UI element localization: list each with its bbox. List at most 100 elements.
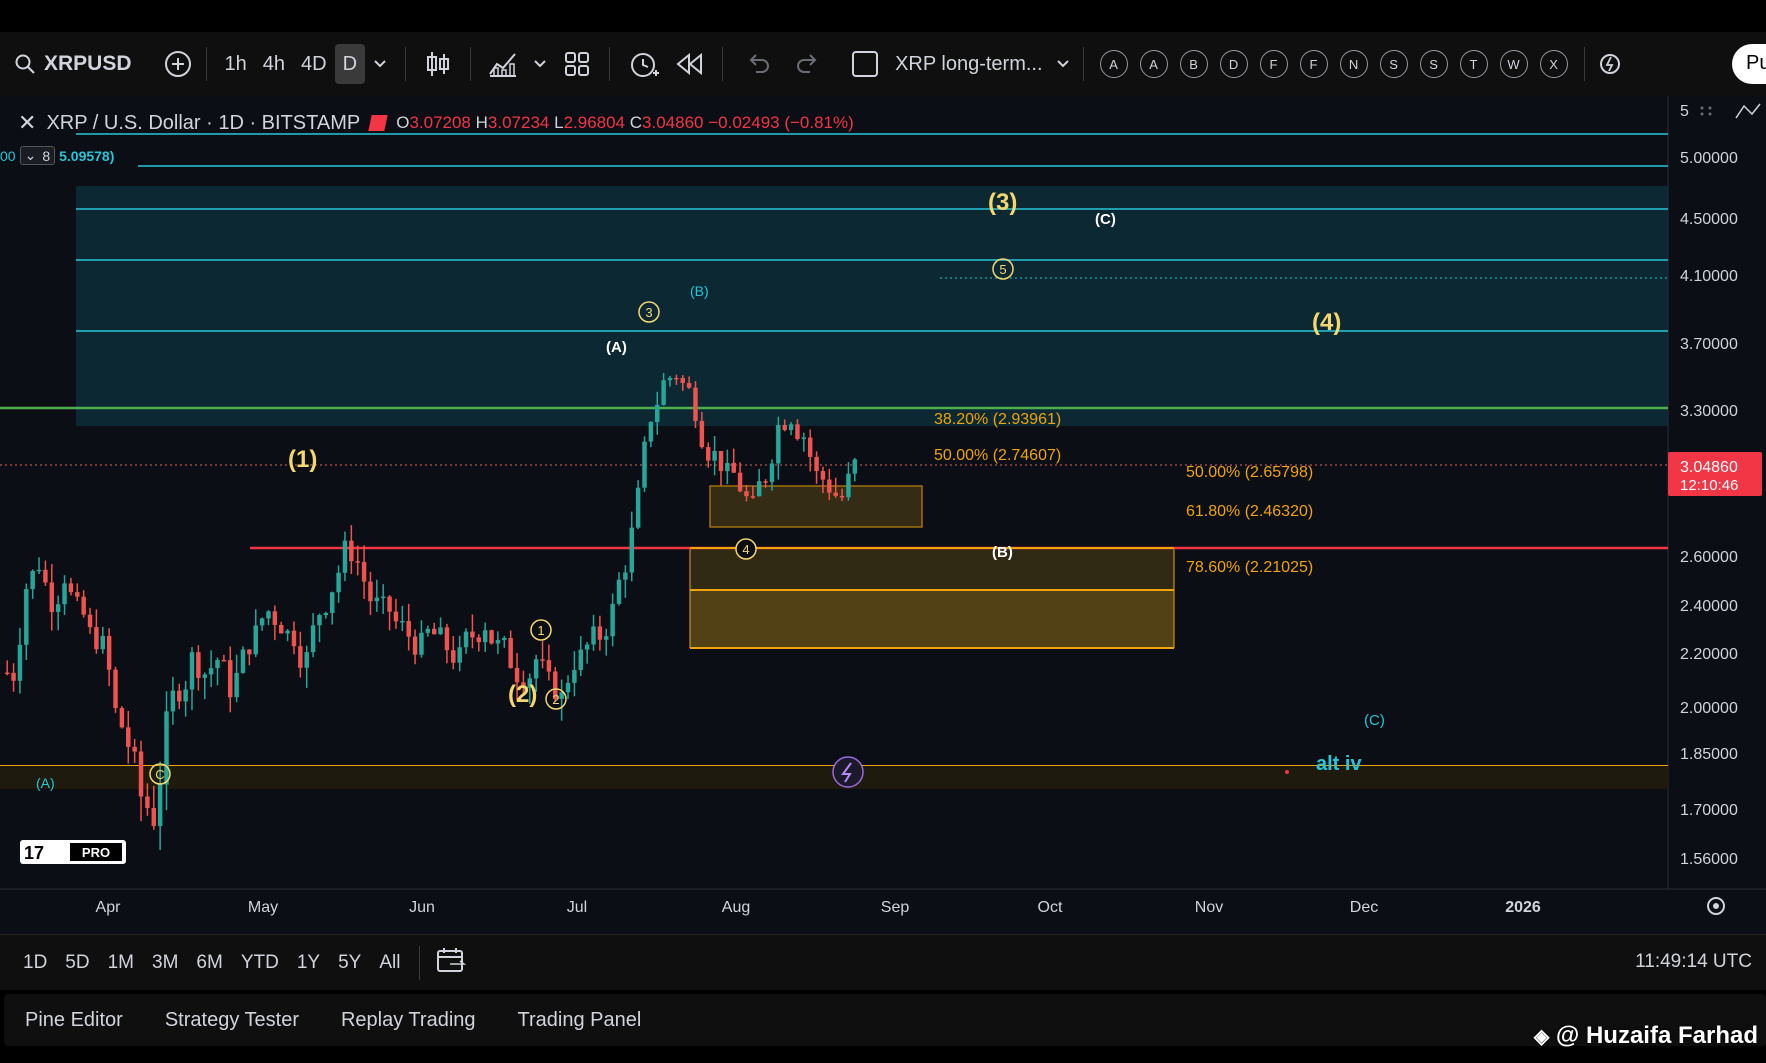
candle-body	[259, 618, 265, 626]
fib-box-upper	[709, 485, 923, 528]
quick-access-buttons: A A B D F F N S S T W X	[1094, 50, 1574, 78]
circle-button-n[interactable]: N	[1339, 50, 1368, 78]
candle-body	[584, 644, 590, 650]
range-6m[interactable]: 6M	[187, 952, 231, 974]
indicators-dropdown[interactable]	[525, 44, 555, 84]
layout-checkbox[interactable]	[845, 44, 885, 84]
grid-icon	[565, 52, 590, 76]
range-all[interactable]: All	[370, 952, 409, 974]
range-1d[interactable]: 1D	[14, 952, 56, 974]
circle-button-d[interactable]: D	[1219, 50, 1248, 78]
circle-button-w[interactable]: W	[1499, 50, 1528, 78]
candle-body	[62, 583, 67, 605]
change-value: −0.02493 (−0.81%)	[708, 113, 854, 132]
timeframe-d[interactable]: D	[334, 44, 366, 84]
compare-symbol-button[interactable]	[160, 44, 196, 84]
layout-name[interactable]: XRP long-term...	[885, 44, 1052, 84]
indicators-button[interactable]	[481, 44, 525, 84]
candle-body	[533, 659, 539, 679]
candle-body	[157, 784, 163, 827]
circle-button-b[interactable]: B	[1179, 50, 1208, 78]
quick-search-button[interactable]	[1595, 44, 1625, 84]
time-axis[interactable]: Apr May Jun Jul Aug Sep Oct Nov Dec 2026	[96, 899, 1541, 916]
candle-body	[769, 463, 775, 483]
candle-body	[126, 727, 131, 747]
wave-label-b-teal: (B)	[690, 283, 709, 299]
candle-body	[138, 751, 144, 797]
range-5d[interactable]: 5D	[56, 952, 98, 974]
range-3m[interactable]: 3M	[143, 952, 187, 974]
ohlc-values: O3.07208 H3.07234 L2.96804 C3.04860 −0.0…	[396, 113, 854, 133]
candle-body	[387, 596, 392, 612]
circle-button-a2[interactable]: A	[1139, 50, 1168, 78]
circle-button-f2[interactable]: F	[1299, 50, 1328, 78]
chevron-down-icon: ⌄	[24, 147, 37, 163]
redo-button[interactable]	[783, 44, 833, 84]
go-to-date-button[interactable]	[430, 946, 472, 979]
candle-body	[202, 674, 207, 678]
price-tick: 2.60000	[1680, 549, 1738, 566]
flash-icon	[1599, 54, 1620, 74]
replay-button[interactable]	[668, 44, 712, 84]
range-ytd[interactable]: YTD	[232, 952, 288, 974]
chart-area[interactable]: 38.20% (2.93961) 50.00% (2.74607) 50.00%…	[0, 96, 1766, 934]
close-icon[interactable]: ✕	[18, 110, 36, 136]
candle-body	[100, 635, 106, 650]
alert-button[interactable]	[620, 44, 668, 84]
candle-body	[616, 579, 622, 604]
candle-body	[349, 540, 354, 562]
candle-body	[756, 481, 762, 497]
candle-body	[317, 615, 322, 626]
circle-button-s2[interactable]: S	[1419, 50, 1448, 78]
candle-body	[827, 479, 832, 493]
circle-button-x[interactable]: X	[1539, 50, 1568, 78]
time-label: 2026	[1505, 899, 1541, 916]
candle-body	[655, 404, 660, 422]
undo-button[interactable]	[733, 44, 783, 84]
range-5y[interactable]: 5Y	[329, 952, 370, 974]
circle-button-t[interactable]: T	[1459, 50, 1488, 78]
indicator-count: 8	[42, 147, 51, 164]
candle-body	[431, 628, 437, 635]
tab-trading-panel[interactable]: Trading Panel	[497, 1009, 663, 1032]
price-chart[interactable]: 38.20% (2.93961) 50.00% (2.74607) 50.00%…	[0, 96, 1766, 934]
candle-body	[272, 611, 278, 625]
indicator-collapse-button[interactable]: ⌄ 8	[19, 146, 56, 165]
candle-body	[648, 421, 654, 442]
timeframe-1h[interactable]: 1h	[217, 44, 255, 84]
candle-body	[782, 424, 787, 431]
circle-button-f[interactable]: F	[1259, 50, 1288, 78]
chart-type-button[interactable]	[416, 44, 460, 84]
tab-replay-trading[interactable]: Replay Trading	[320, 1009, 497, 1032]
circle-button-s[interactable]: S	[1379, 50, 1408, 78]
range-1y[interactable]: 1Y	[288, 952, 329, 974]
layout-dropdown[interactable]	[1053, 44, 1073, 84]
candle-body	[635, 487, 641, 528]
timeframe-dropdown[interactable]	[365, 44, 395, 84]
symbol-title[interactable]: XRP / U.S. Dollar · 1D · BITSTAMP	[46, 112, 360, 135]
chevron-down-icon	[1056, 60, 1069, 68]
chart-settings-icon[interactable]	[1707, 897, 1725, 915]
timeframe-4d[interactable]: 4D	[293, 44, 335, 84]
price-tick: 2.20000	[1680, 646, 1738, 663]
chevron-down-icon	[374, 60, 386, 68]
utc-clock[interactable]: 11:49:14 UTC	[1635, 951, 1752, 973]
replay-marker[interactable]	[832, 756, 864, 788]
candle-body	[342, 540, 348, 573]
candle-body	[572, 670, 577, 683]
time-label: Apr	[96, 899, 122, 916]
time-label: Jul	[567, 899, 587, 916]
candle-body	[839, 495, 845, 498]
candle-body	[597, 626, 603, 640]
tab-pine-editor[interactable]: Pine Editor	[4, 1009, 144, 1032]
range-1m[interactable]: 1M	[99, 952, 143, 974]
publish-button[interactable]: Pu	[1732, 44, 1766, 84]
low-value: 2.96804	[563, 113, 626, 132]
tab-strategy-tester[interactable]: Strategy Tester	[144, 1009, 320, 1032]
candle-body	[361, 562, 367, 582]
candle-body	[680, 377, 685, 384]
symbol-search[interactable]: XRPUSD	[0, 44, 132, 84]
templates-button[interactable]	[555, 44, 599, 84]
timeframe-4h[interactable]: 4h	[255, 44, 293, 84]
circle-button-a[interactable]: A	[1099, 50, 1128, 78]
